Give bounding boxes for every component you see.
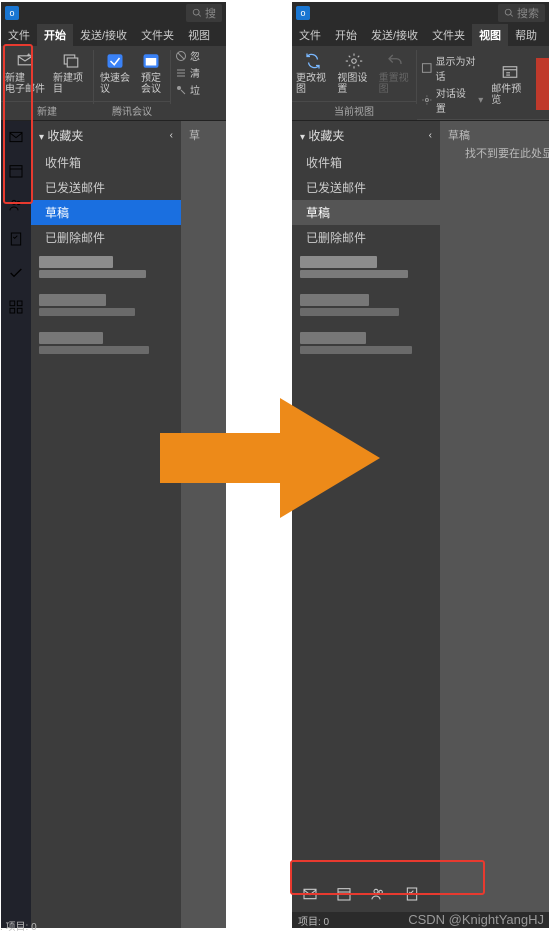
folder-inbox[interactable]: 收件箱 <box>292 150 440 175</box>
favorites-header[interactable]: ▾ 收藏夹 ‹ <box>31 121 181 150</box>
check-icon[interactable] <box>6 263 26 283</box>
account-block <box>300 294 432 316</box>
view-settings-button[interactable]: 视图设置 <box>333 49 374 97</box>
folder-drafts[interactable]: 草稿 <box>292 200 440 225</box>
undo-icon <box>382 51 408 71</box>
menu-folder[interactable]: 文件夹 <box>134 24 181 46</box>
chevron-left-icon[interactable]: ‹ <box>429 130 432 141</box>
search-icon <box>192 8 202 18</box>
search-box[interactable]: 搜索 <box>498 4 545 22</box>
reset-view-button[interactable]: 重置视图 <box>375 49 416 97</box>
content-area: 草 <box>181 121 226 928</box>
folder-pane: ▾ 收藏夹 ‹ 收件箱 已发送邮件 草稿 已删除邮件 <box>31 121 181 928</box>
menu-file[interactable]: 文件 <box>292 24 328 46</box>
folder-deleted[interactable]: 已删除邮件 <box>31 225 181 250</box>
menu-file[interactable]: 文件 <box>1 24 37 46</box>
account-block <box>39 256 173 278</box>
account-block <box>39 332 173 354</box>
menu-send-receive[interactable]: 发送/接收 <box>73 24 134 46</box>
watermark: CSDN @KnightYangHJ <box>408 912 544 927</box>
conversation-settings-button[interactable]: 对话设置 ▾ <box>421 85 483 115</box>
show-as-conversation-checkbox[interactable]: 显示为对话 <box>421 53 483 83</box>
calendar-icon[interactable] <box>336 885 352 903</box>
group-label-new: 新建 <box>1 101 93 120</box>
mail-icon[interactable] <box>302 885 318 903</box>
menubar: 文件 开始 发送/接收 文件夹 视图 <box>1 24 226 46</box>
folder-sent[interactable]: 已发送邮件 <box>31 175 181 200</box>
search-box[interactable]: 搜 <box>186 4 222 22</box>
ribbon: 更改视图 视图设置 重置视图 当前视图 显示为对话 对话设置 ▾ <box>292 46 549 121</box>
search-icon <box>504 8 514 18</box>
menu-send-receive[interactable]: 发送/接收 <box>364 24 425 46</box>
overflow-status: . 项目: 0 <box>0 918 37 933</box>
menu-home[interactable]: 开始 <box>328 24 364 46</box>
message-preview-button[interactable]: 邮件预览 <box>487 60 533 108</box>
menubar: 文件 开始 发送/接收 文件夹 视图 帮助 <box>292 24 549 46</box>
menu-view[interactable]: 视图 <box>472 24 508 46</box>
account-block <box>39 294 173 316</box>
menu-view[interactable]: 视图 <box>181 24 217 46</box>
account-block <box>300 332 432 354</box>
menu-folder[interactable]: 文件夹 <box>425 24 472 46</box>
mail-plus-icon <box>12 51 38 71</box>
folder-sent[interactable]: 已发送邮件 <box>292 175 440 200</box>
tasks-icon[interactable] <box>404 885 420 903</box>
titlebar: o 搜索 <box>292 2 549 24</box>
bottom-nav: ⋯ <box>292 876 440 912</box>
schedule-meeting-button[interactable]: 预定 会议 <box>134 49 168 97</box>
group-label-meeting: 腾讯会议 <box>94 101 170 120</box>
qr-icon[interactable] <box>6 297 26 317</box>
content-header: 草 <box>189 127 200 143</box>
empty-message: 找不到要在此处显 <box>465 145 549 161</box>
group-label-current-view: 当前视图 <box>292 101 416 120</box>
content-header: 草稿 <box>448 127 470 143</box>
menu-home[interactable]: 开始 <box>37 24 73 46</box>
folder-inbox[interactable]: 收件箱 <box>31 150 181 175</box>
folder-drafts[interactable]: 草稿 <box>31 200 181 225</box>
titlebar: o 搜 <box>1 2 226 24</box>
new-item-icon <box>58 51 84 71</box>
people-icon[interactable] <box>6 195 26 215</box>
quick-meeting-button[interactable]: 快速会 议 <box>96 49 134 97</box>
app-logo-icon: o <box>296 6 310 20</box>
cleanup-button[interactable]: 清 <box>175 65 200 80</box>
vertical-nav <box>1 121 31 928</box>
ignore-button[interactable]: 忽 <box>175 48 200 63</box>
body: ▾ 收藏夹 ‹ 收件箱 已发送邮件 草稿 已删除邮件 草 <box>1 121 226 928</box>
account-block <box>300 256 432 278</box>
junk-button[interactable]: 垃 <box>175 82 200 97</box>
new-email-button[interactable]: 新建 电子邮件 <box>1 49 49 97</box>
mail-icon[interactable] <box>6 127 26 147</box>
calendar-icon <box>138 51 164 71</box>
quick-meeting-icon <box>102 51 128 71</box>
ribbon: 新建 电子邮件 新建项目 新建 快速会 议 预定 会议 <box>1 46 226 121</box>
app-logo-icon: o <box>5 6 19 20</box>
content-area: 草稿 找不到要在此处显 <box>440 121 549 912</box>
people-icon[interactable] <box>370 885 386 903</box>
change-view-button[interactable]: 更改视图 <box>292 49 333 97</box>
gear-icon <box>341 51 367 71</box>
menu-help[interactable]: 帮助 <box>508 24 544 46</box>
favorites-header[interactable]: ▾ 收藏夹 ‹ <box>292 121 440 150</box>
chevron-left-icon[interactable]: ‹ <box>170 130 173 141</box>
ribbon-overflow: 忽 清 垃 <box>171 46 204 120</box>
arrow-icon <box>160 398 380 518</box>
change-view-icon <box>300 51 326 71</box>
new-item-button[interactable]: 新建项目 <box>49 49 93 97</box>
tasks-icon[interactable] <box>6 229 26 249</box>
calendar-icon[interactable] <box>6 161 26 181</box>
preview-icon <box>497 62 523 82</box>
folder-deleted[interactable]: 已删除邮件 <box>292 225 440 250</box>
